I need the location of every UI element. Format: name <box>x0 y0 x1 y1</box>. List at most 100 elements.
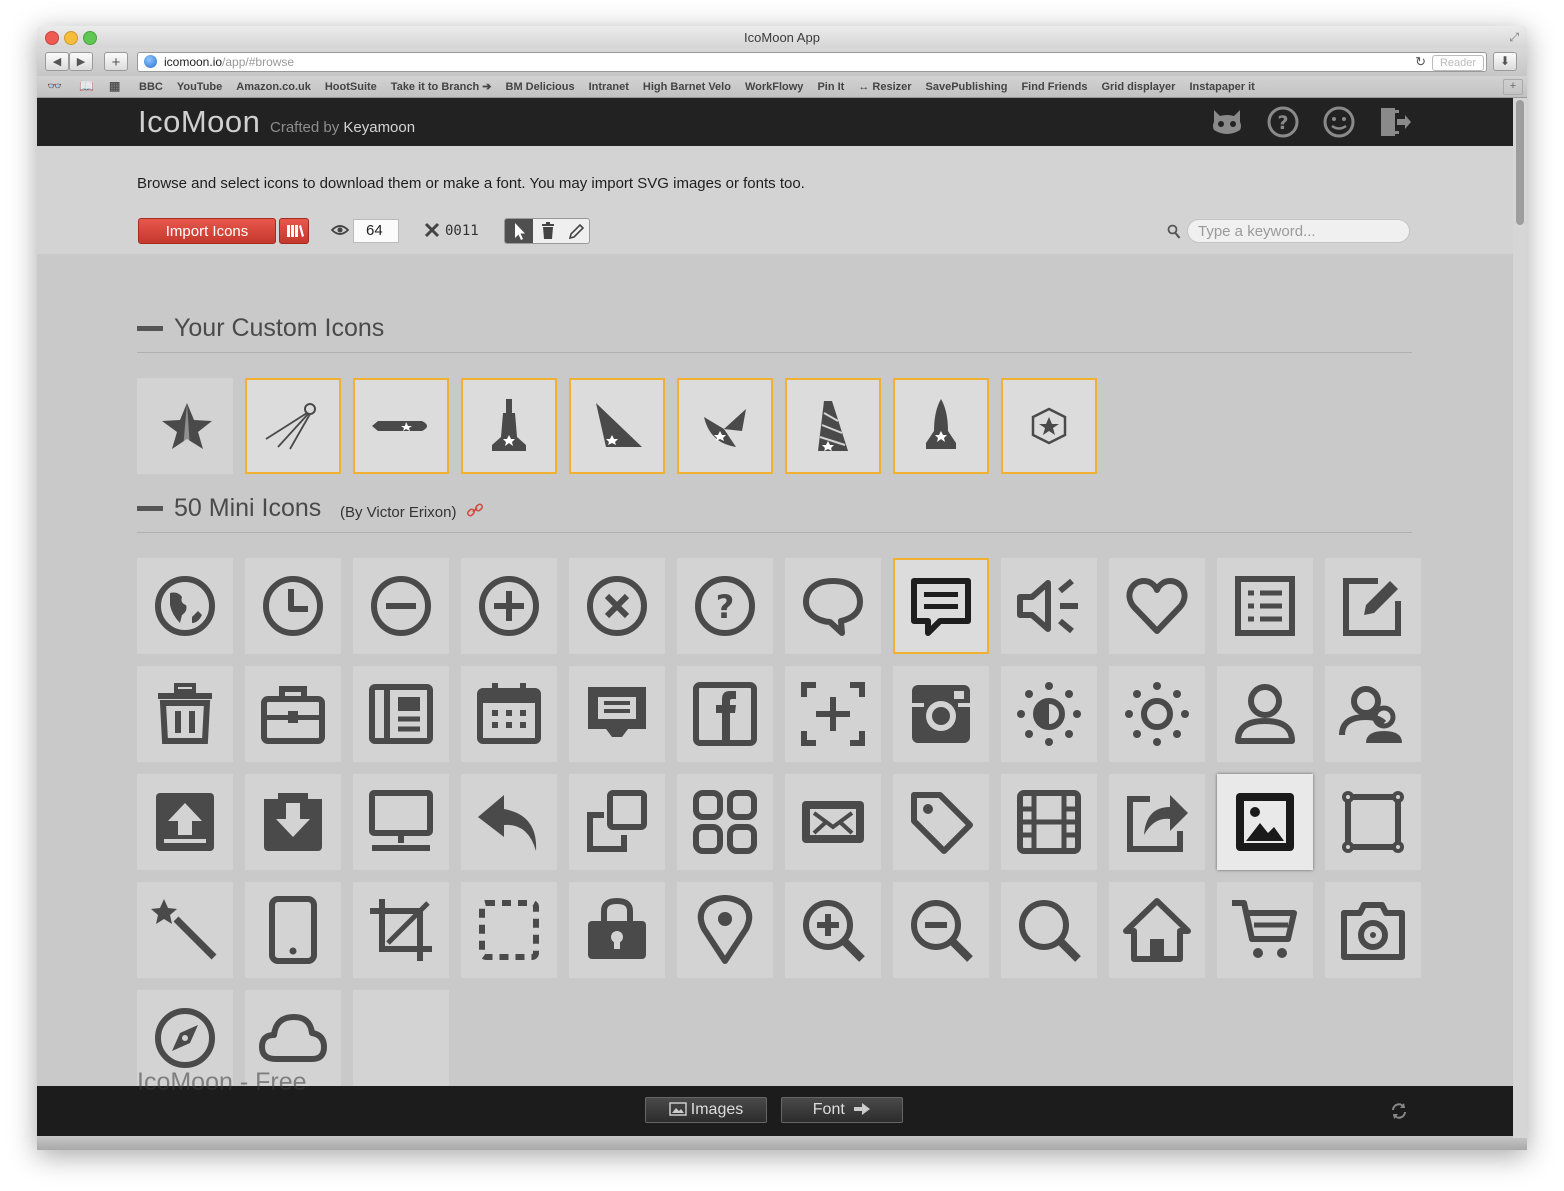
custom-icon-tile[interactable] <box>569 378 665 474</box>
bookmark-item[interactable]: Intranet <box>589 81 629 93</box>
mini-icon-tile[interactable] <box>461 774 557 870</box>
reload-icon[interactable]: ↻ <box>1415 53 1426 71</box>
bookmark-item[interactable]: ↔ Resizer <box>858 81 911 93</box>
bookmark-item[interactable]: BBC <box>139 81 163 93</box>
bookmark-item[interactable]: YouTube <box>177 81 222 93</box>
mini-icon-tile[interactable] <box>1109 882 1205 978</box>
mini-icon-tile[interactable] <box>353 774 449 870</box>
address-bar[interactable]: icomoon.io/app/#browse ↻ Reader <box>137 52 1487 72</box>
icon-size-input[interactable]: 64 <box>353 219 399 243</box>
bookmark-item[interactable]: High Barnet Velo <box>643 81 731 93</box>
custom-icon-tile[interactable] <box>893 378 989 474</box>
github-icon[interactable] <box>1209 106 1245 138</box>
mini-icon-tile[interactable] <box>677 774 773 870</box>
mini-icon-tile[interactable] <box>893 882 989 978</box>
collapse-custom-set-button[interactable] <box>137 326 163 331</box>
custom-icon-tile[interactable] <box>1001 378 1097 474</box>
custom-icon-tile[interactable] <box>461 378 557 474</box>
link-icon[interactable] <box>466 501 484 519</box>
select-mode-button[interactable] <box>505 219 533 243</box>
mini-icon-tile[interactable] <box>569 774 665 870</box>
mini-icon-tile[interactable] <box>1217 666 1313 762</box>
mini-icon-tile[interactable] <box>785 558 881 654</box>
custom-icon-tile[interactable] <box>677 378 773 474</box>
help-icon[interactable]: ? <box>1265 106 1301 138</box>
mini-icon-tile[interactable] <box>137 882 233 978</box>
add-bookmark-button[interactable]: + <box>1503 79 1523 95</box>
mini-icon-tile[interactable] <box>569 882 665 978</box>
new-tab-button[interactable]: + <box>104 52 128 71</box>
delete-mode-button[interactable] <box>534 219 562 243</box>
bookmark-item[interactable]: SavePublishing <box>926 81 1008 93</box>
mini-icon-tile[interactable] <box>893 774 989 870</box>
mini-icon-tile[interactable] <box>893 558 989 654</box>
mini-icon-tile[interactable] <box>245 882 341 978</box>
custom-icon-tile[interactable] <box>353 378 449 474</box>
logo[interactable]: IcoMoon <box>138 104 260 140</box>
mini-icon-tile[interactable] <box>353 882 449 978</box>
mini-icon-tile[interactable] <box>1217 882 1313 978</box>
images-button[interactable]: Images <box>645 1097 767 1123</box>
bookmark-item[interactable]: Grid displayer <box>1101 81 1175 93</box>
custom-icon-tile[interactable] <box>137 378 233 474</box>
mini-icon-tile[interactable] <box>785 882 881 978</box>
font-button[interactable]: Font <box>781 1097 903 1123</box>
mini-icon-tile[interactable] <box>1325 774 1421 870</box>
mini-icon-tile[interactable] <box>245 558 341 654</box>
mini-icon-tile[interactable] <box>1001 882 1097 978</box>
bookmark-item[interactable]: Pin It <box>817 81 844 93</box>
edit-mode-button[interactable] <box>562 219 589 243</box>
mini-icon-tile[interactable] <box>353 666 449 762</box>
smiley-icon[interactable] <box>1321 106 1357 138</box>
mini-icon-tile[interactable] <box>677 882 773 978</box>
keyword-search-input[interactable] <box>1187 219 1410 243</box>
mini-icon-tile[interactable] <box>1109 666 1205 762</box>
back-button[interactable]: ◀ <box>45 52 69 71</box>
mini-icon-tile[interactable] <box>1109 558 1205 654</box>
top-sites-icon[interactable]: ▦ <box>109 79 120 93</box>
mini-icon-tile[interactable] <box>785 774 881 870</box>
custom-icon-tile[interactable] <box>785 378 881 474</box>
mini-icon-tile[interactable] <box>1217 558 1313 654</box>
mini-icon-tile[interactable] <box>1001 558 1097 654</box>
bookmark-item[interactable]: Find Friends <box>1021 81 1087 93</box>
mini-icon-tile[interactable] <box>353 558 449 654</box>
mini-icon-tile[interactable]: ? <box>677 558 773 654</box>
mini-icon-tile[interactable] <box>245 774 341 870</box>
collapse-mini-set-button[interactable] <box>137 506 163 511</box>
mini-icon-tile[interactable] <box>245 666 341 762</box>
mini-icon-tile[interactable] <box>1325 882 1421 978</box>
downloads-button[interactable]: ⬇ <box>1493 52 1517 71</box>
fullscreen-icon[interactable]: ⤢ <box>1509 30 1519 45</box>
mini-icon-tile[interactable] <box>1109 774 1205 870</box>
mini-icon-tile[interactable] <box>137 666 233 762</box>
mini-icon-tile[interactable] <box>677 666 773 762</box>
bookmark-item[interactable]: Instapaper it <box>1189 81 1254 93</box>
reader-button[interactable]: Reader <box>1432 55 1484 71</box>
icon-library-button[interactable] <box>279 218 309 244</box>
import-icons-button[interactable]: Import Icons <box>138 218 276 244</box>
bookmark-item[interactable]: Amazon.co.uk <box>236 81 311 93</box>
refresh-icon[interactable] <box>1389 1102 1409 1120</box>
mini-icon-tile[interactable] <box>461 882 557 978</box>
mini-icon-tile[interactable] <box>137 558 233 654</box>
bookmarks-book-icon[interactable]: 📖 <box>79 79 94 93</box>
mini-icon-tile[interactable] <box>893 666 989 762</box>
page-scrollbar[interactable] <box>1513 98 1527 1138</box>
mini-icon-tile[interactable] <box>785 666 881 762</box>
mini-icon-tile[interactable] <box>461 666 557 762</box>
deselect-icon[interactable] <box>423 221 441 239</box>
custom-icon-tile[interactable] <box>245 378 341 474</box>
mini-icon-tile[interactable] <box>1217 774 1313 870</box>
bookmark-item[interactable]: Take it to Branch ➔ <box>391 81 492 93</box>
mini-icon-tile[interactable] <box>569 666 665 762</box>
mini-icon-tile[interactable] <box>1001 666 1097 762</box>
mini-icon-tile[interactable] <box>1001 774 1097 870</box>
logout-icon[interactable] <box>1377 106 1413 138</box>
bookmark-item[interactable]: WorkFlowy <box>745 81 803 93</box>
scrollbar-thumb[interactable] <box>1516 100 1524 225</box>
mini-icon-tile[interactable] <box>1325 666 1421 762</box>
mini-icon-tile[interactable] <box>569 558 665 654</box>
mini-icon-tile[interactable] <box>1325 558 1421 654</box>
bookmark-item[interactable]: BM Delicious <box>506 81 575 93</box>
